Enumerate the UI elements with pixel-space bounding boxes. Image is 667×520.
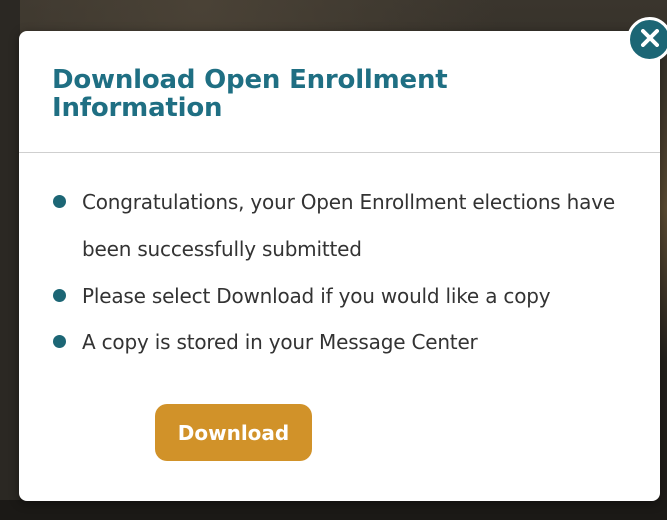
backdrop-sidebar xyxy=(0,0,20,520)
list-item: A copy is stored in your Message Center xyxy=(49,319,630,365)
modal-body: Congratulations, your Open Enrollment el… xyxy=(19,153,660,365)
download-button[interactable]: Download xyxy=(155,404,312,461)
bullet-icon xyxy=(53,289,66,302)
info-list: Congratulations, your Open Enrollment el… xyxy=(49,179,630,365)
list-item-text: Please select Download if you would like… xyxy=(82,284,551,308)
close-icon xyxy=(640,29,659,50)
list-item: Congratulations, your Open Enrollment el… xyxy=(49,179,630,273)
bullet-icon xyxy=(53,195,66,208)
list-item: Please select Download if you would like… xyxy=(49,273,630,319)
bullet-icon xyxy=(53,335,66,348)
backdrop-footer xyxy=(0,500,667,520)
list-item-text: A copy is stored in your Message Center xyxy=(82,330,478,354)
modal-title: Download Open Enrollment Information xyxy=(52,65,448,123)
enrollment-download-modal: Download Open Enrollment Information Con… xyxy=(19,31,660,501)
close-button[interactable] xyxy=(627,17,667,62)
modal-header: Download Open Enrollment Information xyxy=(19,31,660,153)
list-item-text: Congratulations, your Open Enrollment el… xyxy=(82,190,615,261)
